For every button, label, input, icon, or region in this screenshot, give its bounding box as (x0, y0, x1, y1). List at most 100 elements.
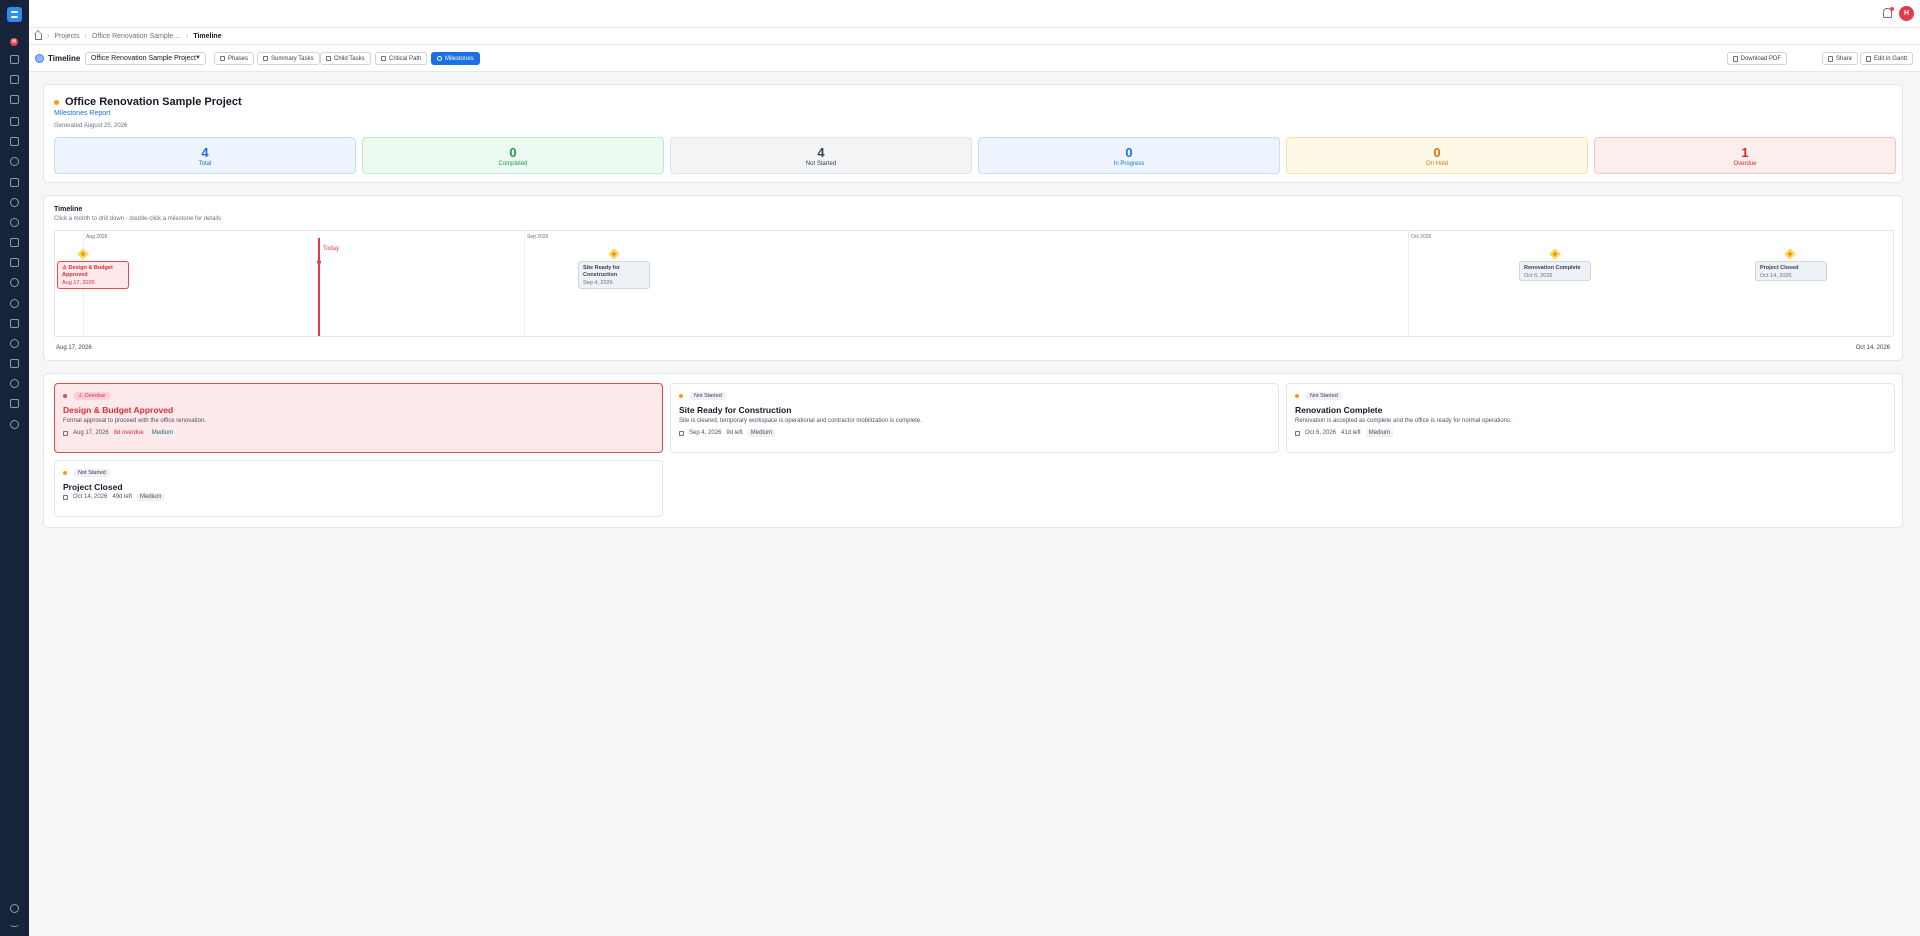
milestone-diamond[interactable] (1785, 249, 1795, 259)
stat-on-hold: 0 On Hold (1286, 137, 1588, 174)
month-divider (524, 231, 525, 336)
card-status: ⚠ Overdue (63, 392, 110, 400)
timeline-chart: Aug 2026 Sep 2026 Oct 2026 Today ⚠ Desig… (54, 230, 1894, 337)
card-time-left: 49d left (112, 494, 133, 500)
breadcrumb-current: Timeline (193, 32, 222, 40)
page-title: Timeline (48, 54, 81, 63)
login-icon[interactable] (10, 55, 19, 64)
tab-label: Milestones (445, 55, 474, 62)
notification-dot (1890, 7, 1894, 11)
stat-label: Not Started (805, 161, 837, 167)
tab-label: Phases (228, 55, 249, 62)
theme-toggle-icon[interactable] (10, 904, 19, 913)
chevron-down-icon: ▼ (195, 55, 201, 61)
month-aug[interactable]: Aug 2026 (86, 234, 107, 240)
today-label: Today (323, 246, 340, 252)
lock-shield-icon[interactable] (10, 420, 19, 429)
tab-phases[interactable]: Phases (214, 52, 255, 65)
timeline-hint: Click a month to drill down · double-cli… (54, 216, 222, 222)
card-description: Site is cleared, temporary workspace is … (679, 418, 922, 424)
card-description: Renovation is accepted as complete and t… (1295, 418, 1512, 424)
milestone-card-site-ready[interactable]: Site Ready for Construction Sep 4, 2026 (578, 261, 650, 289)
gear-icon[interactable] (10, 299, 19, 308)
milestone-card[interactable]: Not Started Renovation Complete Renovati… (1286, 383, 1895, 453)
users-icon[interactable] (10, 218, 19, 227)
help-icon[interactable] (10, 339, 19, 348)
dashboard-icon[interactable] (10, 75, 19, 84)
sidebar: H (0, 0, 29, 936)
tab-milestones[interactable]: Milestones (431, 52, 480, 65)
card-date: Oct 14, 2026 (73, 494, 108, 500)
timeline-icon (35, 54, 44, 63)
mail-icon[interactable] (10, 359, 19, 368)
milestone-diamond[interactable] (78, 249, 88, 259)
milestone-diamond[interactable] (1550, 249, 1560, 259)
card-meta: Sep 4, 2026 9d left Medium (679, 429, 776, 437)
share-button[interactable]: Share (1821, 52, 1858, 65)
document-icon[interactable] (10, 399, 19, 408)
project-select[interactable]: Office Renovation Sample Project ▼ (85, 52, 206, 65)
download-pdf-button[interactable]: Download PDF (1726, 52, 1787, 65)
card-meta: Aug 17, 2026 8d overdue Medium (63, 429, 177, 437)
share-icon[interactable] (10, 278, 19, 287)
stat-label: Completed (498, 161, 528, 167)
card-time-left: 8d overdue (113, 430, 144, 436)
milestone-name: Site Ready for Construction (583, 265, 620, 278)
external-link-icon (1865, 55, 1871, 62)
card-status: Not Started (679, 392, 726, 400)
tab-summary-tasks[interactable]: Summary Tasks (257, 52, 320, 65)
milestone-diamond[interactable] (609, 249, 619, 259)
project-title: Office Renovation Sample Project (54, 96, 242, 108)
breadcrumb-projects[interactable]: Projects (54, 33, 79, 40)
milestone-card-design[interactable]: ⚠ Design & Budget Approved Aug 17, 2026 (57, 261, 129, 289)
edit-label: Edit in Gantt (1873, 55, 1907, 62)
calendar-icon[interactable] (10, 137, 19, 146)
edit-in-gantt-button[interactable]: Edit in Gantt (1859, 52, 1913, 65)
book-icon[interactable] (10, 319, 19, 328)
milestone-card-closed[interactable]: Project Closed Oct 14, 2026 (1755, 261, 1827, 281)
clipboard-icon[interactable] (10, 178, 19, 187)
breadcrumb-project[interactable]: Office Renovation Sample ... (92, 33, 181, 40)
month-oct[interactable]: Oct 2026 (1411, 234, 1431, 240)
card-status: Not Started (63, 469, 110, 477)
tab-child-tasks[interactable]: Child Tasks (320, 52, 371, 65)
timeline-start-date: Aug 17, 2026 (56, 345, 92, 351)
today-line (318, 238, 320, 336)
milestone-icon (437, 56, 442, 61)
critical-path-icon (381, 56, 386, 61)
user-avatar[interactable]: H (1899, 6, 1914, 21)
milestone-cards: ⚠ Overdue Design & Budget Approved Forma… (43, 373, 1903, 528)
workspace-badge[interactable]: H (10, 38, 18, 46)
stat-label: Overdue (1733, 161, 1757, 167)
stat-total: 4 Total (54, 137, 356, 174)
card-time-left: 9d left (726, 430, 743, 436)
card-description: Formal approval to proceed with the offi… (63, 418, 206, 424)
home-icon[interactable] (35, 34, 42, 40)
tab-critical-path[interactable]: Critical Path (375, 52, 428, 65)
milestone-card[interactable]: Not Started Project Closed Oct 14, 2026 … (54, 460, 663, 517)
month-sep[interactable]: Sep 2026 (527, 234, 548, 240)
bar-chart-icon[interactable] (10, 258, 19, 267)
top-bar: H (29, 0, 1920, 28)
dollar-icon[interactable] (10, 238, 19, 247)
today-marker (317, 260, 321, 264)
status-badge: Not Started (690, 392, 726, 400)
card-title: Site Ready for Construction (679, 405, 792, 415)
box-icon[interactable] (10, 379, 19, 388)
milestone-card[interactable]: ⚠ Overdue Design & Budget Approved Forma… (54, 383, 663, 453)
app-logo[interactable] (7, 7, 22, 22)
clock-icon[interactable] (10, 157, 19, 166)
folder-icon[interactable] (10, 95, 19, 104)
card-date: Sep 4, 2026 (689, 430, 722, 436)
status-dot (63, 394, 67, 398)
collapse-icon[interactable] (10, 922, 19, 927)
shield-icon[interactable] (10, 198, 19, 207)
card-meta: Oct 14, 2026 49d left Medium (63, 493, 165, 501)
milestone-card[interactable]: Not Started Site Ready for Construction … (670, 383, 1279, 453)
milestone-card-renovation[interactable]: Renovation Complete Oct 6, 2026 (1519, 261, 1591, 281)
calendar-icon (1295, 430, 1300, 436)
priority-badge: Medium (1365, 429, 1394, 437)
child-tasks-icon (326, 56, 331, 61)
timeline-title: Timeline (54, 206, 83, 213)
hierarchy-icon[interactable] (10, 117, 19, 126)
